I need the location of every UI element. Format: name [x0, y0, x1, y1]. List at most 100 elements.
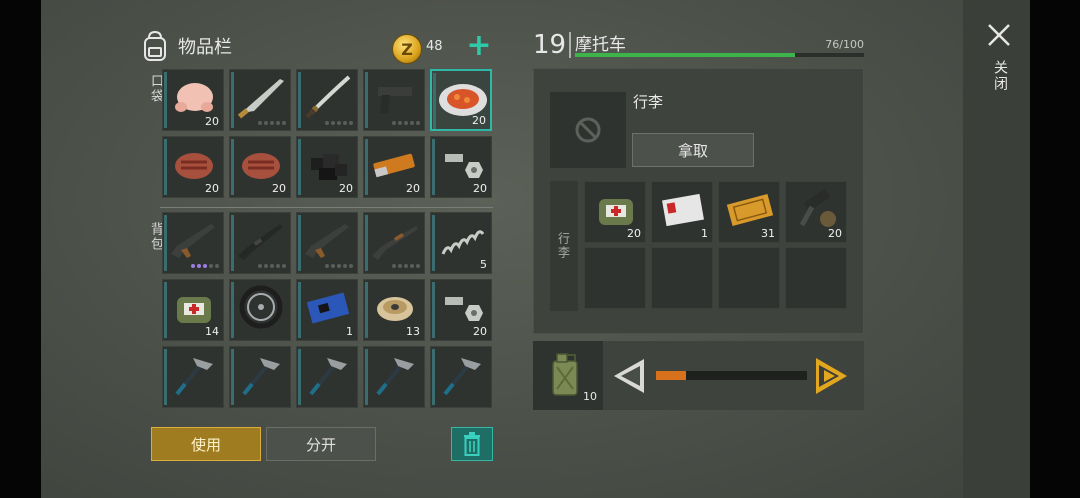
item-qty: 20: [205, 115, 219, 128]
backpack-slot[interactable]: 5: [430, 212, 492, 274]
pocket-slot[interactable]: 20: [229, 136, 291, 198]
level-dot: [264, 121, 268, 125]
item-level-dots: [325, 121, 353, 125]
level-dot: [343, 264, 347, 268]
backpack-slot[interactable]: [363, 346, 425, 408]
level-dot: [337, 121, 341, 125]
coin-count: 48: [426, 39, 443, 54]
backpack-slot[interactable]: [162, 346, 224, 408]
item-qty: 31: [761, 227, 775, 240]
item-qty: 20: [339, 182, 353, 195]
level-dot: [392, 121, 396, 125]
item-qty: 14: [205, 325, 219, 338]
pocket-slot[interactable]: [363, 69, 425, 131]
backpack-slot[interactable]: [229, 346, 291, 408]
ak-rifle-icon: [305, 224, 349, 258]
medkit-bag-icon: [177, 297, 211, 323]
use-button[interactable]: 使用: [151, 427, 261, 461]
battery-cell-icon: [373, 153, 415, 178]
luggage-slot[interactable]: 31: [718, 181, 780, 243]
close-icon[interactable]: [986, 22, 1012, 48]
backpack-slot[interactable]: 13: [363, 279, 425, 341]
level-dot: [282, 121, 286, 125]
luggage-slot[interactable]: [785, 247, 847, 309]
backpack-slot[interactable]: [363, 212, 425, 274]
item-qty: 20: [627, 227, 641, 240]
level-dot: [343, 121, 347, 125]
level-dot: [410, 121, 414, 125]
split-button[interactable]: 分开: [266, 427, 376, 461]
level-dot: [203, 264, 207, 268]
pickaxe-icon: [376, 358, 414, 396]
backpack-slot[interactable]: [430, 346, 492, 408]
item-qty: 20: [473, 182, 487, 195]
divider: [160, 207, 493, 208]
pocket-slot[interactable]: 20: [162, 136, 224, 198]
fuel-qty: 10: [583, 390, 597, 403]
vehicle-hp-fill: [575, 53, 795, 57]
luggage-slot[interactable]: [584, 247, 646, 309]
pocket-slot[interactable]: [296, 69, 358, 131]
level-dot: [349, 264, 353, 268]
m16-rifle-icon: [238, 224, 283, 260]
pocket-slot[interactable]: 20: [430, 136, 492, 198]
pickaxe-icon: [242, 358, 280, 396]
pistol-icon: [378, 87, 412, 113]
level-dot: [258, 264, 262, 268]
level-dot: [282, 264, 286, 268]
take-button[interactable]: 拿取: [632, 133, 754, 167]
item-qty: 1: [701, 227, 708, 240]
backpack-slot[interactable]: [296, 346, 358, 408]
level-dot: [276, 264, 280, 268]
item-level-dots: [325, 264, 353, 268]
luggage-slot[interactable]: 20: [785, 181, 847, 243]
luggage-slot[interactable]: 1: [651, 181, 713, 243]
level-dot: [392, 264, 396, 268]
vehicle-level: 19: [533, 30, 567, 60]
pickaxe-icon: [443, 358, 481, 396]
wire-spool-icon: [377, 297, 413, 321]
level-dot: [337, 264, 341, 268]
pocket-slot[interactable]: 20: [296, 136, 358, 198]
close-label[interactable]: 关闭: [990, 60, 1010, 92]
item-level-dots: [258, 264, 286, 268]
vehicle-hp-text: 76/100: [825, 38, 864, 51]
add-coins-button[interactable]: +: [466, 31, 492, 61]
coin-icon: Z: [392, 34, 422, 64]
wheel-icon: [239, 285, 283, 329]
level-dot: [264, 264, 268, 268]
trash-icon: [464, 432, 480, 456]
backpack-slot[interactable]: 1: [296, 279, 358, 341]
vehicle-hp-bar: [575, 53, 864, 57]
pocket-slot[interactable]: 20: [162, 69, 224, 131]
backpack-slot[interactable]: [229, 212, 291, 274]
luggage-equip-slot[interactable]: [550, 92, 626, 168]
luggage-slot[interactable]: [651, 247, 713, 309]
level-dot: [416, 121, 420, 125]
luggage-slot[interactable]: 20: [584, 181, 646, 243]
item-qty: 20: [473, 325, 487, 338]
backpack-slot[interactable]: 20: [430, 279, 492, 341]
backpack-slot[interactable]: 14: [162, 279, 224, 341]
item-qty: 20: [272, 182, 286, 195]
backpack-slot[interactable]: [229, 279, 291, 341]
luggage-side-label: 行李: [556, 232, 571, 260]
item-qty: 5: [480, 258, 487, 271]
luggage-side-tab: 行李: [550, 181, 578, 311]
inventory-title: 物品栏: [178, 37, 232, 58]
pocket-slot[interactable]: 20: [430, 69, 492, 131]
fuel-slider-fill: [656, 371, 687, 380]
bolt-nut-icon: [445, 297, 483, 321]
army-id-card-icon: [662, 193, 704, 227]
backpack-slot[interactable]: [296, 212, 358, 274]
luggage-slot[interactable]: [718, 247, 780, 309]
pocket-slot[interactable]: [229, 69, 291, 131]
luggage-label: 行李: [633, 93, 664, 111]
pickaxe-icon: [175, 358, 213, 396]
fuel-slider[interactable]: [656, 371, 807, 380]
ak-rifle-icon: [171, 224, 215, 258]
trash-button[interactable]: [451, 427, 493, 461]
pocket-slot[interactable]: 20: [363, 136, 425, 198]
backpack-slot[interactable]: [162, 212, 224, 274]
coupon-ticket-icon: [726, 193, 774, 227]
